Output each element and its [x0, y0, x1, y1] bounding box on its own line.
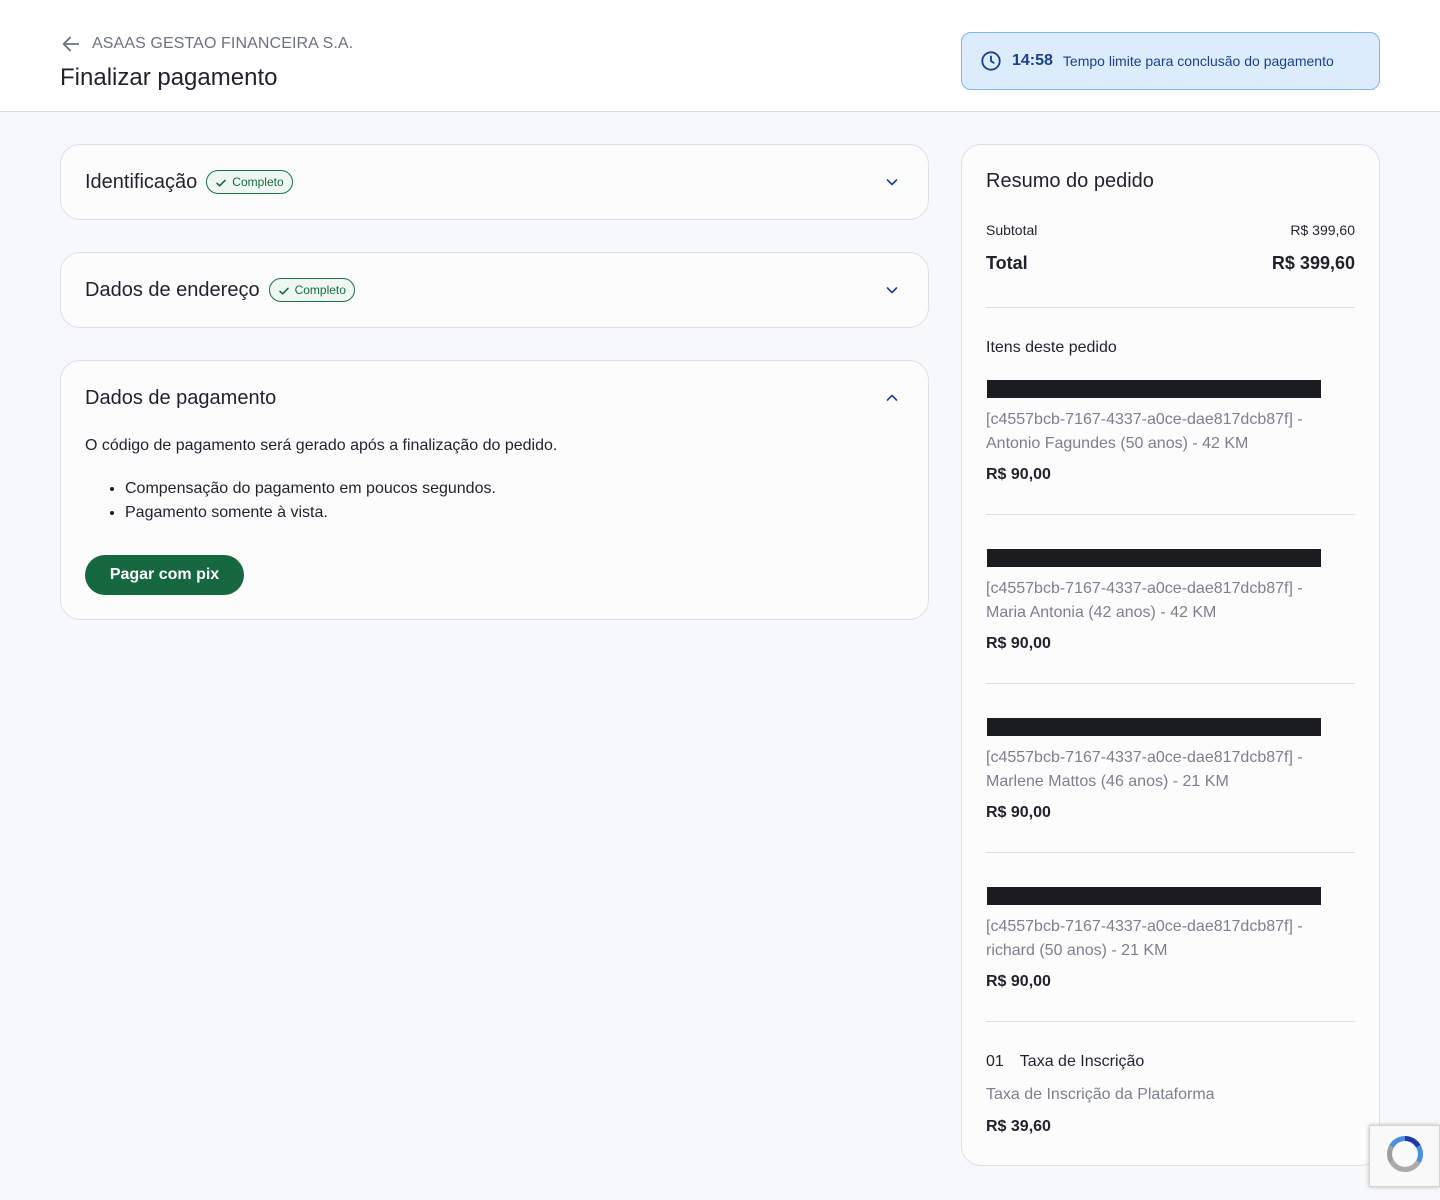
timer-value: 14:58: [1012, 52, 1053, 69]
redacted-item-name: [987, 380, 1321, 398]
divider: [986, 307, 1355, 308]
subtotal-row: Subtotal R$ 399,60: [986, 221, 1355, 239]
redacted-item-name: [987, 549, 1321, 567]
payment-title: Dados de pagamento: [85, 386, 277, 409]
page-title: Finalizar pagamento: [60, 64, 278, 91]
divider: [986, 514, 1355, 515]
fee-price: R$ 39,60: [986, 1118, 1051, 1135]
summary-title: Resumo do pedido: [986, 170, 1154, 192]
item-description: [c4557bcb-7167-4337-a0ce-dae817dcb87f] -…: [986, 749, 1303, 790]
total-label: Total: [986, 252, 1028, 273]
identification-header[interactable]: Identificação Completo: [85, 145, 904, 219]
item-price: R$ 90,00: [986, 635, 1051, 652]
check-icon: [215, 176, 227, 188]
items-heading: Itens deste pedido: [986, 339, 1117, 356]
identification-title: Identificação: [85, 170, 198, 193]
redacted-item-name: [987, 718, 1321, 736]
status-badge-label: Completo: [232, 175, 284, 189]
divider: [986, 852, 1355, 853]
divider: [986, 1021, 1355, 1022]
total-value: R$ 399,60: [1271, 252, 1355, 273]
recaptcha-badge[interactable]: [1369, 1125, 1440, 1187]
subtotal-label: Subtotal: [986, 222, 1038, 238]
item-description: [c4557bcb-7167-4337-a0ce-dae817dcb87f] -…: [986, 411, 1303, 452]
payment-description: O código de pagamento será gerado após a…: [85, 437, 558, 454]
chevron-down-icon[interactable]: [882, 172, 902, 192]
payment-benefits-list: Compensação do pagamento em poucos segun…: [125, 477, 496, 525]
address-header[interactable]: Dados de endereço Completo: [85, 253, 904, 327]
address-section[interactable]: Dados de endereço Completo: [60, 252, 929, 328]
item-description: [c4557bcb-7167-4337-a0ce-dae817dcb87f] -…: [986, 918, 1303, 959]
payment-section: Dados de pagamento O código de pagamento…: [60, 360, 929, 620]
address-title: Dados de endereço: [85, 278, 260, 301]
timer-text: Tempo limite para conclusão do pagamento: [1062, 53, 1334, 69]
payment-header[interactable]: Dados de pagamento: [85, 361, 904, 435]
item-price: R$ 90,00: [986, 466, 1051, 483]
list-item: [c4557bcb-7167-4337-a0ce-dae817dcb87f] -…: [986, 718, 1355, 828]
status-badge: Completo: [268, 278, 355, 302]
item-price: R$ 90,00: [986, 973, 1051, 990]
list-item: [c4557bcb-7167-4337-a0ce-dae817dcb87f] -…: [986, 887, 1355, 997]
fee-quantity: 01: [986, 1053, 1004, 1070]
fee-description: Taxa de Inscrição da Plataforma: [986, 1086, 1215, 1103]
list-item: Compensação do pagamento em poucos segun…: [125, 477, 496, 501]
status-badge-label: Completo: [294, 283, 346, 297]
clock-icon: [980, 50, 1002, 72]
recaptcha-icon: [1383, 1132, 1427, 1181]
list-item: [c4557bcb-7167-4337-a0ce-dae817dcb87f] -…: [986, 549, 1355, 659]
identification-section[interactable]: Identificação Completo: [60, 144, 929, 220]
item-description: [c4557bcb-7167-4337-a0ce-dae817dcb87f] -…: [986, 580, 1303, 621]
fee-title-row: 01 Taxa de Inscrição: [986, 1053, 1144, 1071]
arrow-left-icon[interactable]: [60, 33, 82, 55]
list-item: [c4557bcb-7167-4337-a0ce-dae817dcb87f] -…: [986, 380, 1355, 490]
redacted-item-name: [987, 887, 1321, 905]
back-row: ASAAS GESTAO FINANCEIRA S.A.: [60, 33, 353, 55]
fee-title: Taxa de Inscrição: [1019, 1053, 1145, 1070]
top-header: ASAAS GESTAO FINANCEIRA S.A. Finalizar p…: [0, 0, 1440, 112]
list-item: Pagamento somente à vista.: [125, 501, 496, 525]
total-row: Total R$ 399,60: [986, 251, 1355, 275]
chevron-up-icon[interactable]: [882, 388, 902, 408]
item-price: R$ 90,00: [986, 804, 1051, 821]
merchant-name: ASAAS GESTAO FINANCEIRA S.A.: [92, 35, 354, 52]
order-summary: Resumo do pedido Subtotal R$ 399,60 Tota…: [961, 144, 1380, 1166]
check-icon: [278, 284, 290, 296]
payment-timer: 14:58 Tempo limite para conclusão do pag…: [961, 32, 1380, 90]
subtotal-value: R$ 399,60: [1290, 222, 1355, 238]
chevron-down-icon[interactable]: [882, 280, 902, 300]
divider: [986, 683, 1355, 684]
pay-with-pix-button[interactable]: Pagar com pix: [85, 555, 244, 595]
status-badge: Completo: [206, 170, 293, 194]
